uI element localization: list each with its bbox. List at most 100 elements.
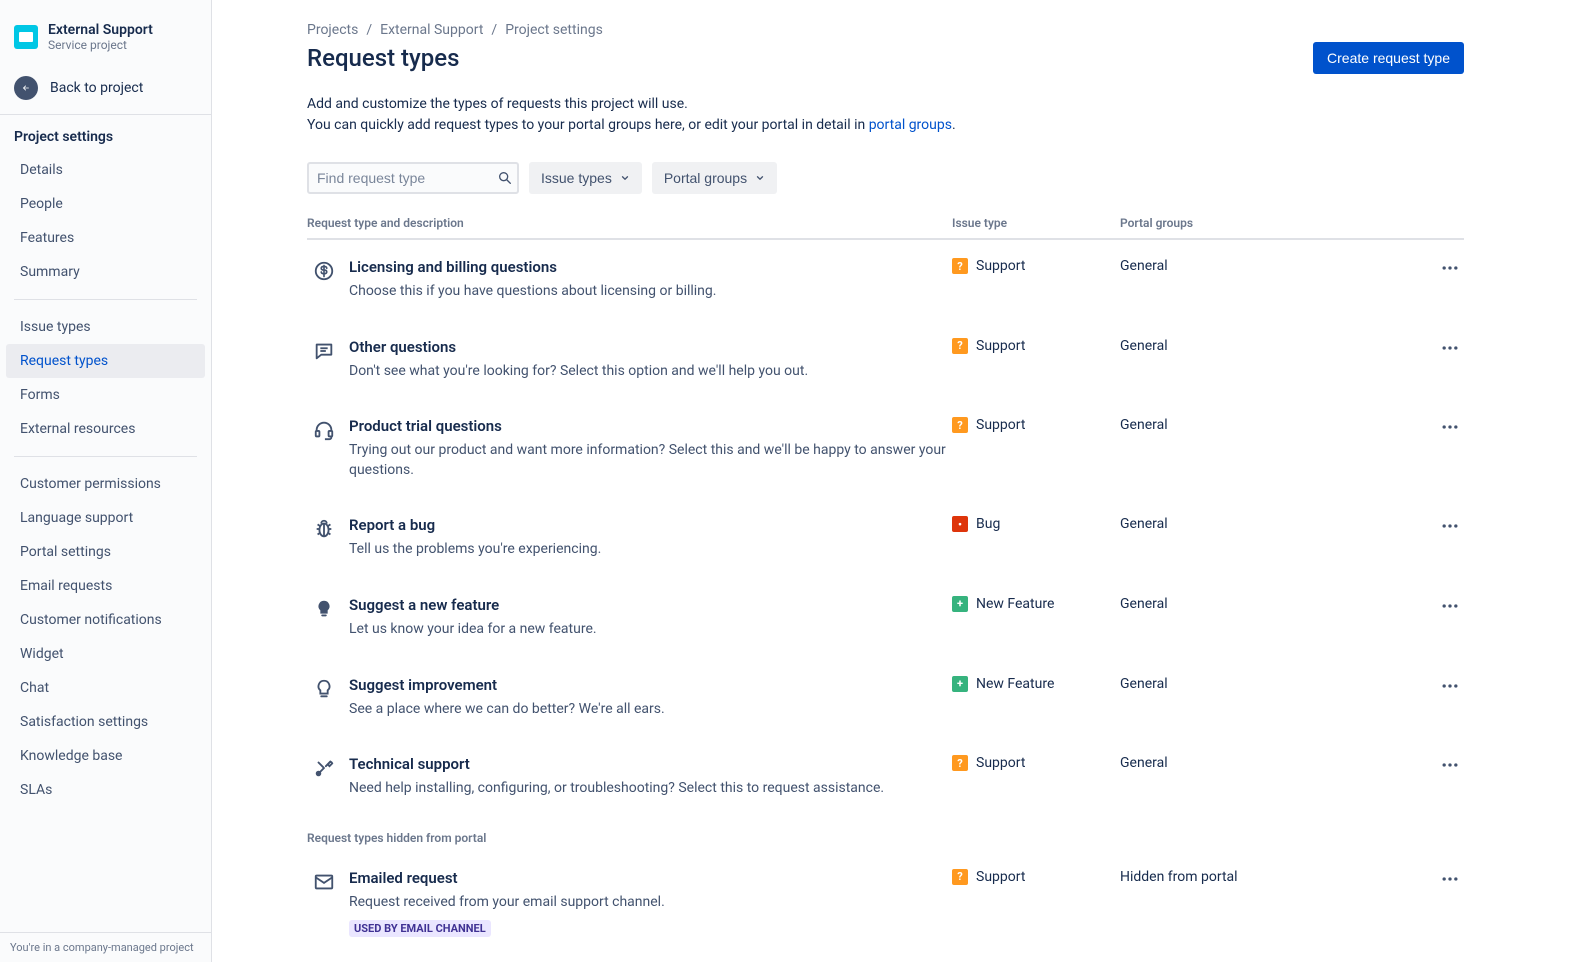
request-type-row[interactable]: Technical support Need help installing, …: [307, 737, 1464, 817]
sidebar-item-request-types[interactable]: Request types: [6, 344, 205, 378]
sidebar-item-email-requests[interactable]: Email requests: [6, 569, 205, 603]
column-portal-groups: Portal groups: [1120, 216, 1424, 230]
project-header[interactable]: External Support Service project: [0, 0, 211, 66]
portal-group-label: General: [1120, 676, 1424, 720]
sidebar-item-details[interactable]: Details: [6, 153, 205, 187]
request-type-description: See a place where we can do better? We'r…: [349, 700, 952, 720]
portal-group-label: General: [1120, 755, 1424, 799]
breadcrumb-separator: /: [491, 22, 497, 38]
more-icon: [1440, 417, 1460, 437]
more-icon: [1440, 676, 1460, 696]
portal-group-label: General: [1120, 258, 1424, 302]
sidebar-item-customer-notifications[interactable]: Customer notifications: [6, 603, 205, 637]
sidebar-item-features[interactable]: Features: [6, 221, 205, 255]
headset-icon: [313, 419, 335, 441]
description-line2-suffix: .: [952, 117, 956, 133]
request-type-row[interactable]: Suggest a new feature Let us know your i…: [307, 578, 1464, 658]
breadcrumb-item[interactable]: Projects: [307, 22, 358, 38]
more-actions-button[interactable]: [1440, 676, 1460, 720]
portal-group-label: General: [1120, 417, 1424, 480]
bug-icon: [313, 518, 335, 540]
more-icon: [1440, 516, 1460, 536]
sidebar-item-forms[interactable]: Forms: [6, 378, 205, 412]
sidebar-item-knowledge-base[interactable]: Knowledge base: [6, 739, 205, 773]
request-type-title: Technical support: [349, 755, 952, 773]
search-box: [307, 162, 519, 194]
issue-type-icon: +: [952, 596, 968, 612]
request-type-row[interactable]: Product trial questions Trying out our p…: [307, 399, 1464, 498]
more-icon: [1440, 596, 1460, 616]
request-type-row[interactable]: Emailed request Request received from yo…: [307, 851, 1464, 956]
request-type-title: Emailed request: [349, 869, 952, 887]
sidebar-item-summary[interactable]: Summary: [6, 255, 205, 289]
sidebar-section-label: Project settings: [0, 115, 211, 153]
description-line1: Add and customize the types of requests …: [307, 94, 1207, 115]
chat-icon: [313, 340, 335, 362]
more-actions-button[interactable]: [1440, 596, 1460, 640]
sidebar-item-issue-types[interactable]: Issue types: [6, 310, 205, 344]
issue-type-icon: +: [952, 676, 968, 692]
issue-types-label: Issue types: [541, 170, 612, 186]
sidebar-item-slas[interactable]: SLAs: [6, 773, 205, 807]
table-header: Request type and description Issue type …: [307, 216, 1464, 240]
column-issue-type: Issue type: [952, 216, 1120, 230]
more-icon: [1440, 755, 1460, 775]
chevron-down-icon: [755, 173, 765, 183]
page-description: Add and customize the types of requests …: [307, 94, 1207, 136]
breadcrumb-separator: /: [366, 22, 372, 38]
issue-type-label: Bug: [976, 516, 1000, 532]
issue-type-icon: ?: [952, 258, 968, 274]
sidebar-item-language-support[interactable]: Language support: [6, 501, 205, 535]
more-actions-button[interactable]: [1440, 755, 1460, 799]
more-actions-button[interactable]: [1440, 417, 1460, 480]
issue-type-label: Support: [976, 258, 1025, 274]
bulb-solid-icon: [313, 598, 335, 620]
project-avatar-icon: [14, 25, 38, 49]
sidebar-item-chat[interactable]: Chat: [6, 671, 205, 705]
search-icon: [497, 170, 513, 186]
column-name: Request type and description: [307, 216, 952, 230]
request-type-row[interactable]: Suggest improvement See a place where we…: [307, 658, 1464, 738]
request-type-row[interactable]: Licensing and billing questions Choose t…: [307, 240, 1464, 320]
sidebar: External Support Service project Back to…: [0, 0, 212, 962]
more-actions-button[interactable]: [1440, 338, 1460, 382]
request-type-description: Tell us the problems you're experiencing…: [349, 540, 952, 560]
breadcrumb-item[interactable]: Project settings: [505, 22, 603, 38]
issue-types-filter[interactable]: Issue types: [529, 162, 642, 194]
sidebar-item-widget[interactable]: Widget: [6, 637, 205, 671]
back-to-project[interactable]: Back to project: [0, 66, 211, 114]
sidebar-item-external-resources[interactable]: External resources: [6, 412, 205, 446]
more-icon: [1440, 258, 1460, 278]
more-actions-button[interactable]: [1440, 869, 1460, 938]
back-label: Back to project: [50, 80, 143, 96]
portal-groups-label: Portal groups: [664, 170, 747, 186]
create-request-type-button[interactable]: Create request type: [1313, 42, 1464, 74]
search-input[interactable]: [307, 162, 519, 194]
more-icon: [1440, 338, 1460, 358]
more-actions-button[interactable]: [1440, 516, 1460, 560]
breadcrumb-item[interactable]: External Support: [380, 22, 483, 38]
issue-type-icon: ?: [952, 869, 968, 885]
issue-type-label: Support: [976, 417, 1025, 433]
issue-type-icon: ?: [952, 755, 968, 771]
sidebar-item-portal-settings[interactable]: Portal settings: [6, 535, 205, 569]
sidebar-item-satisfaction-settings[interactable]: Satisfaction settings: [6, 705, 205, 739]
issue-type-label: New Feature: [976, 596, 1054, 612]
request-type-description: Need help installing, configuring, or tr…: [349, 779, 952, 799]
portal-group-label: Hidden from portal: [1120, 869, 1424, 938]
request-type-title: Suggest improvement: [349, 676, 952, 694]
issue-type-label: New Feature: [976, 676, 1054, 692]
request-type-row[interactable]: Other questions Don't see what you're lo…: [307, 320, 1464, 400]
sidebar-item-people[interactable]: People: [6, 187, 205, 221]
request-type-row[interactable]: Report a bug Tell us the problems you're…: [307, 498, 1464, 578]
portal-groups-link[interactable]: portal groups: [869, 117, 952, 133]
page-title: Request types: [307, 44, 460, 72]
request-type-title: Report a bug: [349, 516, 952, 534]
portal-groups-filter[interactable]: Portal groups: [652, 162, 777, 194]
arrow-left-icon: [14, 76, 38, 100]
sidebar-item-customer-permissions[interactable]: Customer permissions: [6, 467, 205, 501]
more-actions-button[interactable]: [1440, 258, 1460, 302]
chevron-down-icon: [620, 173, 630, 183]
request-type-description: Trying out our product and want more inf…: [349, 441, 952, 480]
request-type-title: Other questions: [349, 338, 952, 356]
